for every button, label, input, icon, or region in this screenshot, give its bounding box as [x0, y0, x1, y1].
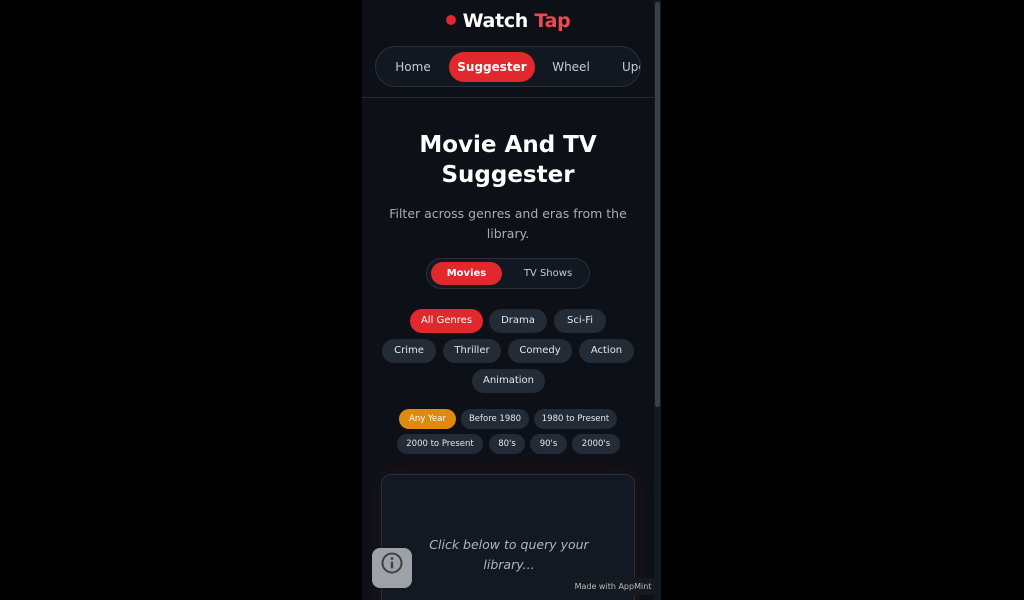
app-header: Watch Tap Home Suggester Wheel Upc: [362, 0, 661, 98]
main-nav: Home Suggester Wheel Upc: [375, 46, 641, 87]
made-with-badge[interactable]: Made with AppMint: [572, 578, 654, 595]
brand-dot-icon: [445, 15, 456, 25]
nav-upcoming[interactable]: Upc: [622, 52, 640, 82]
info-icon: [381, 552, 403, 574]
media-type-toggle: Movies TV Shows: [426, 258, 590, 289]
brand-word-watch: Watch: [462, 10, 529, 32]
genre-chip-drama[interactable]: Drama: [489, 309, 547, 333]
era-chip-80s[interactable]: 80's: [489, 434, 525, 454]
page-scrollbar[interactable]: [654, 0, 661, 600]
era-chip-before-1980[interactable]: Before 1980: [461, 409, 529, 429]
era-chip-any-year[interactable]: Any Year: [399, 409, 456, 429]
page-subtitle: Filter across genres and eras from the l…: [389, 206, 627, 241]
toggle-tv-shows[interactable]: TV Shows: [509, 262, 587, 285]
era-chip-1980-present[interactable]: 1980 to Present: [534, 409, 617, 429]
era-chip-2000s[interactable]: 2000's: [572, 434, 620, 454]
genre-chip-crime[interactable]: Crime: [382, 339, 436, 363]
genre-chip-all[interactable]: All Genres: [410, 309, 483, 333]
toggle-movies[interactable]: Movies: [431, 262, 502, 285]
genre-chip-animation[interactable]: Animation: [472, 369, 545, 393]
genre-chip-thriller[interactable]: Thriller: [443, 339, 501, 363]
page-title-line1: Movie And TV: [419, 132, 597, 158]
info-button[interactable]: [372, 548, 412, 588]
era-chip-90s[interactable]: 90's: [530, 434, 567, 454]
nav-home[interactable]: Home: [386, 52, 440, 82]
brand-word-tap: Tap: [534, 10, 571, 32]
genre-chip-action[interactable]: Action: [579, 339, 634, 363]
era-chip-2000-present[interactable]: 2000 to Present: [397, 434, 483, 454]
genre-chip-scifi[interactable]: Sci-Fi: [554, 309, 606, 333]
genre-chip-comedy[interactable]: Comedy: [508, 339, 572, 363]
app-screen: Watch Tap Home Suggester Wheel Upc Movie…: [362, 0, 661, 600]
nav-wheel[interactable]: Wheel: [546, 52, 596, 82]
page-title: Movie And TV Suggester: [362, 130, 654, 190]
scrollbar-thumb[interactable]: [655, 2, 660, 407]
brand-logo[interactable]: Watch Tap: [362, 10, 654, 32]
page-title-line2: Suggester: [441, 162, 575, 188]
nav-suggester[interactable]: Suggester: [449, 52, 535, 82]
result-placeholder: Click below to query your library...: [429, 537, 589, 572]
